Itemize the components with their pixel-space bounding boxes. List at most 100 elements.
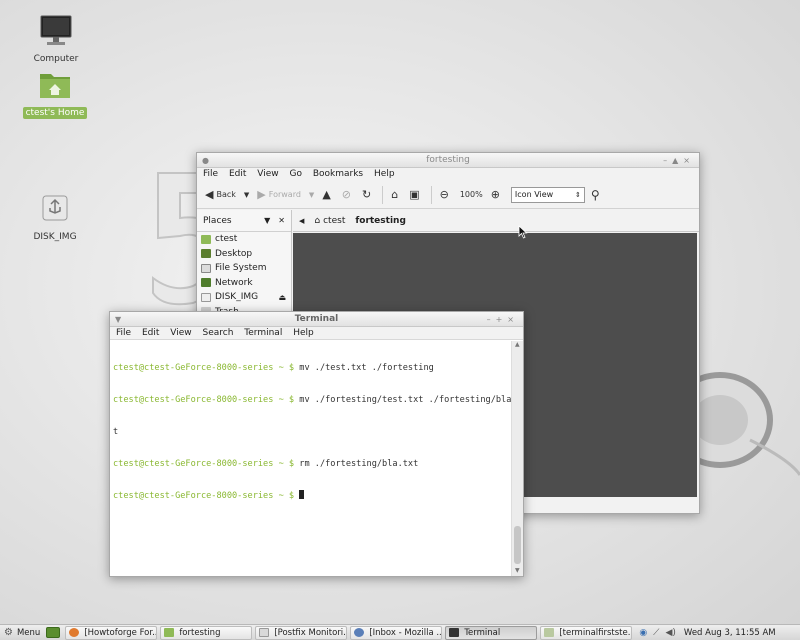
computer-icon: ▣ bbox=[409, 188, 420, 201]
arrow-left-icon: ◀ bbox=[205, 188, 214, 201]
stop-icon: ⊘ bbox=[341, 188, 351, 201]
computer-button[interactable]: ▣ bbox=[409, 188, 422, 201]
zoom-out-icon: ⊖ bbox=[439, 188, 449, 201]
zoom-in-button[interactable]: ⊕ bbox=[491, 188, 503, 201]
places-dropdown-icon[interactable]: ▼ bbox=[264, 216, 270, 225]
gear-icon: ⚙ bbox=[4, 627, 13, 638]
text-cursor bbox=[299, 490, 305, 500]
terminal-titlebar[interactable]: ▼ Terminal –+× bbox=[110, 312, 523, 327]
chevron-down-icon[interactable]: ▼ bbox=[244, 191, 249, 199]
sidebar-item-ctest[interactable]: ctest bbox=[197, 232, 291, 247]
show-desktop-icon[interactable] bbox=[46, 627, 61, 638]
mouse-pointer-icon bbox=[518, 225, 528, 239]
terminal-line: t bbox=[113, 426, 119, 437]
terminal-menubar: File Edit View Search Terminal Help bbox=[110, 327, 523, 340]
menu-go[interactable]: Go bbox=[289, 169, 301, 179]
system-tray: ◉ ⟋ ◀) bbox=[639, 628, 682, 638]
window-menu-icon[interactable]: ● bbox=[202, 153, 209, 168]
menu-view[interactable]: View bbox=[170, 328, 191, 338]
scroll-up-icon[interactable]: ▲ bbox=[515, 341, 520, 348]
thunderbird-icon bbox=[354, 628, 365, 637]
window-menu-icon[interactable]: ▼ bbox=[115, 312, 121, 327]
taskbar-item-terminal[interactable]: Terminal bbox=[445, 625, 538, 640]
usb-drive-icon bbox=[42, 195, 68, 221]
taskbar-item-terminalfirststeps[interactable]: [terminalfirstste... bbox=[540, 625, 633, 640]
taskbar-item-howtoforge[interactable]: [Howtoforge For... bbox=[65, 625, 158, 640]
spinner-arrows-icon: ⇕ bbox=[575, 190, 581, 199]
chevron-down-icon[interactable]: ▼ bbox=[309, 191, 314, 199]
scroll-down-icon[interactable]: ▼ bbox=[515, 567, 520, 574]
path-bar: ◀ ⌂ ctest fortesting bbox=[293, 210, 699, 232]
desktop-icon-computer[interactable]: Computer bbox=[21, 14, 91, 65]
menu-edit[interactable]: Edit bbox=[229, 169, 246, 179]
breadcrumb-fortesting[interactable]: fortesting bbox=[355, 216, 406, 226]
document-icon bbox=[259, 628, 270, 637]
terminal-scrollbar[interactable]: ▲ ▼ bbox=[511, 341, 523, 576]
menu-help[interactable]: Help bbox=[293, 328, 314, 338]
places-title: Places bbox=[203, 215, 232, 226]
reload-icon: ↻ bbox=[362, 188, 372, 201]
eject-icon[interactable]: ⏏ bbox=[278, 293, 286, 302]
terminal-line: ctest@ctest-GeForce-8000-series ~ $ bbox=[113, 490, 508, 501]
menu-help[interactable]: Help bbox=[374, 169, 395, 179]
home-icon bbox=[201, 234, 211, 244]
stop-button[interactable]: ⊘ bbox=[342, 188, 354, 201]
start-menu-button[interactable]: ⚙ Menu bbox=[0, 625, 46, 640]
window-controls[interactable]: –+× bbox=[487, 312, 519, 327]
menu-terminal[interactable]: Terminal bbox=[244, 328, 282, 338]
file-manager-titlebar[interactable]: ● fortesting –▲× bbox=[197, 153, 699, 168]
reload-button[interactable]: ↻ bbox=[362, 188, 374, 201]
desktop-icon-disk-img[interactable]: DISK_IMG bbox=[20, 192, 90, 243]
menu-search[interactable]: Search bbox=[202, 328, 233, 338]
sidebar-item-network[interactable]: Network bbox=[197, 276, 291, 291]
folder-icon bbox=[164, 628, 175, 637]
terminal-line: ctest@ctest-GeForce-8000-series ~ $ mv .… bbox=[113, 394, 511, 405]
menu-view[interactable]: View bbox=[257, 169, 278, 179]
desktop-icon bbox=[201, 249, 211, 259]
removable-drive-icon bbox=[201, 292, 211, 302]
menu-file[interactable]: File bbox=[116, 328, 131, 338]
up-button[interactable]: ▲ bbox=[322, 188, 333, 201]
network-icon bbox=[201, 278, 211, 288]
image-icon bbox=[544, 628, 555, 637]
close-sidebar-icon[interactable]: ✕ bbox=[278, 216, 285, 225]
breadcrumb-ctest[interactable]: ⌂ ctest bbox=[314, 216, 345, 226]
menu-file[interactable]: File bbox=[203, 169, 218, 179]
taskbar-item-inbox[interactable]: [Inbox - Mozilla ... bbox=[350, 625, 443, 640]
sidebar-item-file-system[interactable]: File System bbox=[197, 261, 291, 276]
volume-icon[interactable]: ◀) bbox=[665, 628, 675, 638]
view-mode-select[interactable]: Icon View ⇕ bbox=[510, 186, 585, 203]
home-button[interactable]: ⌂ bbox=[391, 188, 401, 201]
menu-edit[interactable]: Edit bbox=[142, 328, 159, 338]
scrollbar-thumb[interactable] bbox=[514, 526, 521, 564]
desktop-icon-label: DISK_IMG bbox=[33, 232, 77, 242]
window-controls[interactable]: –▲× bbox=[663, 153, 695, 168]
path-back-arrow-icon[interactable]: ◀ bbox=[299, 217, 304, 225]
clock[interactable]: Wed Aug 3, 11:55 AM bbox=[684, 628, 776, 638]
zoom-out-button[interactable]: ⊖ bbox=[440, 188, 452, 201]
terminal-line: ctest@ctest-GeForce-8000-series ~ $ mv .… bbox=[113, 363, 434, 374]
firefox-icon bbox=[69, 628, 80, 637]
desktop-icon-home[interactable]: ctest's Home bbox=[20, 68, 90, 119]
terminal-window[interactable]: ▼ Terminal –+× File Edit View Search Ter… bbox=[109, 311, 524, 577]
file-manager-menubar: File Edit View Go Bookmarks Help bbox=[197, 168, 699, 181]
home-icon: ⌂ bbox=[391, 188, 399, 201]
home-icon: ⌂ bbox=[314, 215, 321, 226]
home-folder-icon bbox=[40, 74, 70, 98]
terminal-output[interactable]: ctest@ctest-GeForce-8000-series ~ $ mv .… bbox=[110, 341, 511, 576]
terminal-icon bbox=[449, 628, 460, 637]
back-button[interactable]: ◀ Back ▼ bbox=[205, 188, 249, 201]
forward-button[interactable]: ▶ Forward ▼ bbox=[257, 188, 314, 201]
arrow-up-icon: ▲ bbox=[322, 188, 331, 201]
search-button[interactable]: ⚲ bbox=[591, 188, 603, 202]
taskbar: ⚙ Menu [Howtoforge For... fortesting [Po… bbox=[0, 624, 800, 640]
menu-bookmarks[interactable]: Bookmarks bbox=[313, 169, 363, 179]
update-shield-icon[interactable]: ◉ bbox=[639, 628, 647, 638]
network-icon[interactable]: ⟋ bbox=[653, 628, 659, 638]
taskbar-item-fortesting[interactable]: fortesting bbox=[160, 625, 253, 640]
taskbar-item-postfix[interactable]: [Postfix Monitori... bbox=[255, 625, 348, 640]
desktop-icon-label: ctest's Home bbox=[22, 107, 88, 119]
terminal-line: ctest@ctest-GeForce-8000-series ~ $ rm .… bbox=[113, 458, 419, 469]
sidebar-item-disk-img[interactable]: DISK_IMG ⏏ bbox=[197, 290, 291, 305]
sidebar-item-desktop[interactable]: Desktop bbox=[197, 247, 291, 262]
